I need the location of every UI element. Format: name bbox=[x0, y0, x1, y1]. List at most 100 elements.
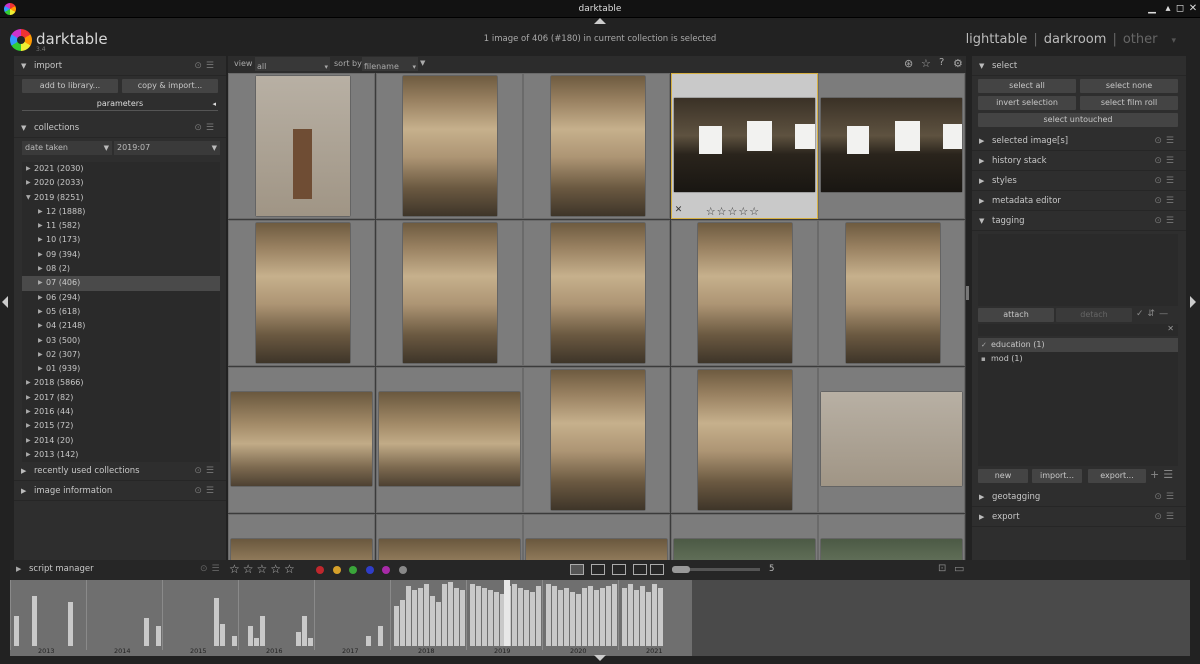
module-selected-images-header[interactable]: ▶ selected image[s] ⊙☰ bbox=[972, 131, 1186, 151]
collection-item[interactable]: ▶ 2017 (82) bbox=[22, 391, 220, 405]
collection-item[interactable]: ▶ 03 (500) bbox=[22, 334, 220, 348]
parameters-toggle[interactable]: parameters ◂ bbox=[22, 97, 218, 111]
star-overlay-icon[interactable]: ☆ bbox=[921, 57, 931, 70]
thumbnail-cell[interactable] bbox=[670, 514, 818, 560]
reset-icon[interactable]: ⊙☰ bbox=[1154, 211, 1178, 231]
collection-item[interactable]: ▶ 08 (2) bbox=[22, 262, 220, 276]
view-darkroom[interactable]: darkroom bbox=[1044, 32, 1107, 47]
add-to-library-button[interactable]: add to library... bbox=[22, 79, 118, 93]
tag-item[interactable]: ✓ education (1) bbox=[978, 338, 1178, 352]
collection-item[interactable]: ▶ 2015 (72) bbox=[22, 419, 220, 433]
select-none-button[interactable]: select none bbox=[1080, 79, 1178, 93]
reset-icon[interactable]: ⊙☰ bbox=[1154, 131, 1178, 151]
collection-filter-input[interactable]: 2019:07 ▼ bbox=[114, 141, 220, 155]
reset-icon[interactable]: ⊙☰ bbox=[194, 118, 218, 138]
reset-icon[interactable]: ⊙☰ bbox=[1154, 487, 1178, 507]
view-other[interactable]: other bbox=[1123, 32, 1158, 47]
preview-layout-icon[interactable] bbox=[650, 564, 664, 575]
module-tagging-header[interactable]: ▼ tagging ⊙☰ bbox=[972, 211, 1186, 231]
module-metadata-editor-header[interactable]: ▶ metadata editor ⊙☰ bbox=[972, 191, 1186, 211]
tag-item[interactable]: ▪ mod (1) bbox=[978, 352, 1178, 366]
view-filter-select[interactable]: all ▾ bbox=[255, 57, 330, 71]
help-icon[interactable]: ? bbox=[939, 57, 944, 68]
zoomable-layout-icon[interactable] bbox=[591, 564, 605, 575]
collection-item[interactable]: ▶ 02 (307) bbox=[22, 348, 220, 362]
color-label-dot[interactable] bbox=[382, 566, 390, 574]
minimize-icon[interactable]: ▁ bbox=[1146, 2, 1158, 15]
rating-stars[interactable]: ☆☆☆☆☆ bbox=[706, 205, 760, 218]
color-label-dot[interactable] bbox=[332, 566, 341, 574]
invert-selection-button[interactable]: invert selection bbox=[978, 96, 1076, 110]
filemanager-layout-icon[interactable] bbox=[570, 564, 584, 575]
thumbnail-cell[interactable] bbox=[375, 514, 523, 560]
display-profile-icon[interactable]: ▭ bbox=[954, 562, 964, 575]
culling-layout-icon[interactable] bbox=[612, 564, 626, 575]
module-geotagging-header[interactable]: ▶ geotagging ⊙☰ bbox=[972, 487, 1186, 507]
collection-item[interactable]: ▼ 2019 (8251) bbox=[22, 191, 220, 205]
chevron-down-icon[interactable]: ▾ bbox=[1171, 36, 1176, 46]
attach-button[interactable]: attach bbox=[978, 308, 1054, 322]
module-recent-header[interactable]: ▶ recently used collections ⊙☰ bbox=[14, 461, 226, 481]
focus-peaking-icon[interactable]: ⊡ bbox=[938, 563, 946, 574]
export-tags-button[interactable]: export... bbox=[1088, 469, 1146, 483]
thumbnail-cell[interactable] bbox=[375, 367, 523, 513]
collection-item[interactable]: ▶ 2018 (5866) bbox=[22, 376, 220, 390]
thumbnail-cell[interactable] bbox=[228, 367, 375, 513]
module-history-stack-header[interactable]: ▶ history stack ⊙☰ bbox=[972, 151, 1186, 171]
thumbnail-cell[interactable] bbox=[375, 220, 523, 366]
collection-item[interactable]: ▶ 2016 (44) bbox=[22, 405, 220, 419]
clear-icon[interactable]: ✕ bbox=[1167, 324, 1174, 333]
zoom-slider-handle[interactable] bbox=[672, 566, 690, 573]
reset-icon[interactable]: ⊙☰ bbox=[1154, 151, 1178, 171]
sort-select[interactable]: filename ▾ bbox=[362, 57, 418, 71]
thumbnail-cell[interactable] bbox=[818, 73, 966, 219]
collapse-right-icon[interactable] bbox=[1190, 296, 1196, 308]
module-select-header[interactable]: ▼ select bbox=[972, 56, 1186, 76]
new-tag-button[interactable]: new bbox=[978, 469, 1028, 483]
thumbnail-cell[interactable]: ✕ ☆☆☆☆☆ bbox=[670, 73, 860, 219]
color-label-dot[interactable] bbox=[365, 566, 374, 574]
module-import-header[interactable]: ▼ import ⊙☰ bbox=[14, 56, 226, 76]
sort-order-icon[interactable]: ▼ bbox=[420, 59, 425, 67]
collapse-bottom-icon[interactable] bbox=[594, 655, 606, 661]
thumbnail-cell[interactable] bbox=[375, 73, 523, 219]
collapse-left-icon[interactable] bbox=[2, 296, 8, 308]
reset-icon[interactable]: ⊙☰ bbox=[200, 564, 224, 574]
color-label-dot[interactable] bbox=[316, 566, 324, 574]
collection-item[interactable]: ▶ 10 (173) bbox=[22, 233, 220, 247]
select-untouched-button[interactable]: select untouched bbox=[978, 113, 1178, 127]
select-all-button[interactable]: select all bbox=[978, 79, 1076, 93]
collection-item[interactable]: ▶ 05 (618) bbox=[22, 305, 220, 319]
tag-options-icons[interactable]: +☰ bbox=[1150, 468, 1177, 481]
collection-item[interactable]: ▶ 11 (582) bbox=[22, 219, 220, 233]
thumbnail-cell[interactable] bbox=[818, 367, 966, 513]
collection-item[interactable]: ▶ 2021 (2030) bbox=[22, 162, 220, 176]
thumbnail-cell[interactable] bbox=[670, 367, 818, 513]
thumbnail-cell[interactable] bbox=[228, 514, 375, 560]
grouping-icon[interactable]: ⊛ bbox=[904, 57, 913, 70]
select-film-roll-button[interactable]: select film roll bbox=[1080, 96, 1178, 110]
copy-import-button[interactable]: copy & import... bbox=[122, 79, 218, 93]
collection-item[interactable]: ▶ 2020 (2033) bbox=[22, 176, 220, 190]
timeline[interactable]: 2013 2014 2015 2016 2017 2018 2019 2020 2021 bbox=[10, 580, 1190, 656]
collection-item[interactable]: ▶ 2014 (20) bbox=[22, 434, 220, 448]
reset-icon[interactable]: ⊙☰ bbox=[1154, 191, 1178, 211]
culling-dynamic-icon[interactable] bbox=[633, 564, 647, 575]
tag-entry-input[interactable]: ✕ bbox=[978, 324, 1178, 336]
grid-scrollbar[interactable] bbox=[966, 286, 969, 300]
module-image-info-header[interactable]: ▶ image information ⊙☰ bbox=[14, 481, 226, 501]
collection-item[interactable]: ▶ 06 (294) bbox=[22, 291, 220, 305]
reset-icon[interactable]: ⊙☰ bbox=[194, 461, 218, 481]
module-styles-header[interactable]: ▶ styles ⊙☰ bbox=[972, 171, 1186, 191]
thumbnail-cell[interactable] bbox=[818, 220, 966, 366]
script-manager-label[interactable]: script manager bbox=[29, 564, 94, 574]
thumbnail-cell[interactable] bbox=[523, 367, 671, 513]
reset-icon[interactable]: ⊙☰ bbox=[1154, 171, 1178, 191]
close-icon[interactable]: ✕ bbox=[1187, 2, 1199, 15]
reset-icon[interactable]: ⊙☰ bbox=[194, 481, 218, 501]
reset-icon[interactable]: ⊙☰ bbox=[1154, 507, 1178, 527]
module-collections-header[interactable]: ▼ collections ⊙☰ bbox=[14, 118, 226, 138]
reject-icon[interactable]: ✕ bbox=[675, 205, 683, 215]
color-label-dot[interactable] bbox=[349, 566, 357, 574]
collection-item[interactable]: ▶ 09 (394) bbox=[22, 248, 220, 262]
